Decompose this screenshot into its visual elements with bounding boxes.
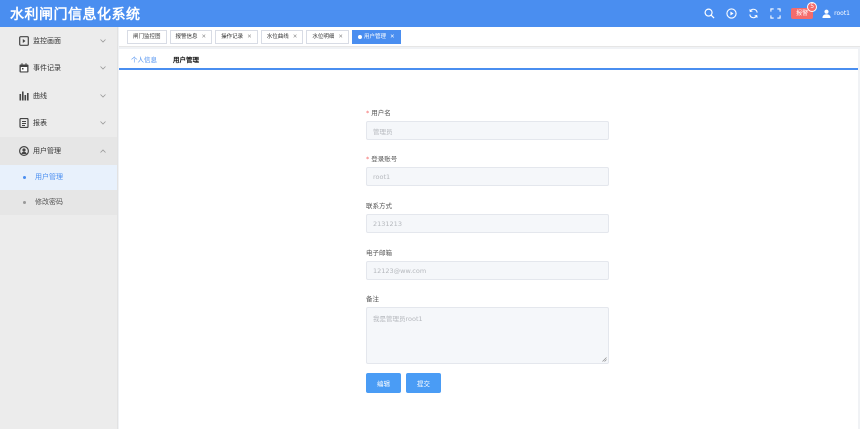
edit-button[interactable]: 编辑 (366, 373, 401, 393)
user-icon (822, 9, 831, 18)
sidebar: 监控画面 事件记录 曲线 报表 用户管理 用户管理 修改密码 (0, 27, 118, 429)
user-form: * 用户名 管理员 * 登录账号 root1 联系方式 2131213 电子邮箱 1… (366, 105, 609, 393)
close-icon[interactable]: ✕ (202, 31, 207, 43)
fullscreen-icon[interactable] (769, 7, 782, 20)
resize-handle-icon[interactable] (602, 357, 607, 362)
sidebar-item-label: 用户管理 (33, 146, 61, 155)
tab-label: 报警信息 (175, 33, 198, 40)
tab-label: 水位曲线 (266, 33, 289, 40)
submit-button[interactable]: 提交 (406, 373, 441, 393)
refresh-icon[interactable] (747, 7, 760, 20)
alarm-label: 报警 (796, 10, 809, 17)
subtab-user-management[interactable]: 用户管理 (167, 49, 205, 68)
email-label: 电子邮箱 (366, 249, 392, 257)
tab-alarm-info[interactable]: 报警信息 ✕ (169, 29, 213, 44)
bar-chart-icon (19, 91, 29, 101)
chevron-down-icon (100, 82, 106, 110)
field-email: 电子邮箱 12123@ww.com (366, 245, 609, 280)
chevron-down-icon (100, 55, 106, 83)
label-text: 用户名 (371, 109, 391, 117)
sidebar-subitem-user-management[interactable]: 用户管理 (0, 164, 117, 190)
sidebar-subitem-change-password[interactable]: 修改密码 (0, 189, 117, 215)
form-actions: 编辑 提交 (366, 373, 609, 393)
bullet-dot (23, 200, 26, 204)
chevron-down-icon (100, 110, 106, 138)
close-icon[interactable]: ✕ (247, 31, 252, 43)
sidebar-item-label: 事件记录 (33, 64, 61, 73)
username: root1 (834, 10, 850, 17)
play-circle-icon[interactable] (725, 7, 738, 20)
user-manage-icon (19, 145, 29, 156)
phone-label: 联系方式 (366, 202, 392, 210)
tab-water-level-detail[interactable]: 水位明细 ✕ (306, 29, 350, 44)
phone-input[interactable]: 2131213 (366, 214, 609, 233)
sidebar-subitem-label: 修改密码 (35, 198, 63, 206)
sidebar-item-label: 曲线 (33, 91, 47, 100)
remark-label: 备注 (366, 295, 379, 303)
sidebar-item-monitor[interactable]: 监控画面 (0, 27, 117, 55)
username-label: * 用户名 (366, 105, 609, 121)
chevron-down-icon (100, 27, 106, 55)
sub-tabs: 个人信息 用户管理 (119, 49, 858, 70)
alarm-count-badge: 5 (807, 2, 818, 12)
tab-label: 水位明细 (312, 33, 335, 40)
chevron-up-icon (100, 137, 106, 165)
header-actions: 报警 5 root1 (694, 0, 850, 27)
close-icon[interactable]: ✕ (338, 31, 343, 43)
tab-label: 闸门监控图 (133, 33, 161, 40)
remark-placeholder: 我是管理员root1 (373, 315, 423, 323)
close-icon[interactable]: ✕ (293, 31, 298, 43)
email-input[interactable]: 12123@ww.com (366, 261, 609, 280)
search-icon[interactable] (703, 7, 716, 20)
account-input[interactable]: root1 (366, 167, 609, 186)
sidebar-item-user-management[interactable]: 用户管理 (0, 137, 117, 165)
required-mark: * (366, 109, 370, 117)
tab-gate-monitor[interactable]: 闸门监控图 (127, 29, 167, 44)
top-bar: 水利闸门信息化系统 报警 5 root1 (0, 0, 860, 27)
tab-operation-log[interactable]: 操作记录 ✕ (215, 29, 258, 44)
sidebar-item-events[interactable]: 事件记录 (0, 55, 117, 83)
label-text: 登录账号 (371, 155, 398, 163)
tab-user-management[interactable]: 用户管理 ✕ (352, 29, 401, 44)
tab-bar: 闸门监控图 报警信息 ✕ 操作记录 ✕ 水位曲线 ✕ 水位明细 ✕ 用户管理 ✕ (119, 27, 860, 47)
remark-textarea[interactable]: 我是管理员root1 (366, 307, 609, 364)
close-icon[interactable]: ✕ (390, 31, 395, 43)
report-icon (19, 118, 29, 129)
sidebar-item-label: 报表 (33, 119, 47, 128)
main-content: 个人信息 用户管理 * 用户名 管理员 * 登录账号 root1 联系方式 2131… (119, 49, 858, 429)
field-username: * 用户名 管理员 (366, 105, 609, 140)
sidebar-item-reports[interactable]: 报表 (0, 110, 117, 138)
active-dot-icon (358, 34, 363, 39)
field-remark: 备注 我是管理员root1 (366, 291, 609, 364)
required-mark: * (366, 155, 370, 163)
tab-water-level-curve[interactable]: 水位曲线 ✕ (260, 29, 304, 44)
subtab-personal-info[interactable]: 个人信息 (125, 49, 163, 68)
alarm-button[interactable]: 报警 5 (791, 2, 818, 19)
username-input[interactable]: 管理员 (366, 121, 609, 140)
sidebar-item-curves[interactable]: 曲线 (0, 82, 117, 110)
user-menu[interactable]: root1 (822, 9, 850, 18)
field-phone: 联系方式 2131213 (366, 198, 609, 233)
sidebar-subitem-label: 用户管理 (35, 173, 63, 181)
field-account: * 登录账号 root1 (366, 151, 609, 186)
calendar-icon (19, 63, 29, 73)
account-label: * 登录账号 (366, 151, 609, 167)
app-title: 水利闸门信息化系统 (10, 6, 141, 23)
monitor-icon (19, 35, 29, 46)
bullet-dot (23, 175, 26, 179)
sidebar-item-label: 监控画面 (33, 36, 61, 45)
tab-label: 操作记录 (221, 33, 244, 40)
tab-label: 用户管理 (364, 33, 387, 40)
